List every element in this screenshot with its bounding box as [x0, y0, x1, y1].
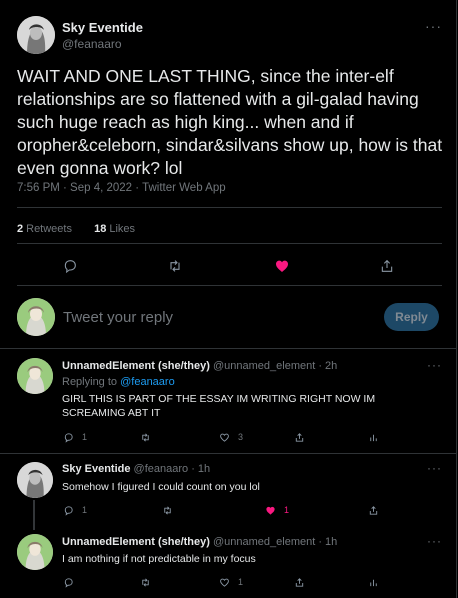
reply-text: GIRL THIS IS PART OF THE ESSAY IM WRITIN…: [62, 393, 376, 419]
reply-header: UnnamedElement (she/they) @unnamed_eleme…: [62, 360, 337, 372]
reply-action-reply[interactable]: [63, 575, 82, 589]
more-options-icon[interactable]: ···: [427, 461, 442, 475]
reply-author-handle[interactable]: @unnamed_element · 2h: [213, 360, 337, 372]
likes-stat[interactable]: 18 Likes: [94, 223, 135, 235]
retweets-stat[interactable]: 2 Retweets: [17, 223, 72, 235]
reply-icon: [64, 432, 73, 443]
tweet-meta[interactable]: 7:56 PM · Sep 4, 2022 · Twitter Web App: [17, 182, 226, 194]
tweet-stats: 2 Retweets 18 Likes: [17, 223, 135, 235]
reply-avatar[interactable]: [17, 534, 53, 570]
reply-action-like[interactable]: 3: [219, 430, 243, 444]
reply-action-analytics[interactable]: [368, 575, 379, 589]
divider: [0, 348, 456, 349]
reply-action-retweet[interactable]: [140, 430, 159, 444]
reply-author-handle[interactable]: @feanaaro · 1h: [134, 463, 211, 475]
reply-icon: [64, 577, 73, 588]
more-options-icon[interactable]: ···: [427, 358, 442, 372]
sketch-portrait-icon: [17, 534, 53, 570]
reply-action-share[interactable]: [294, 575, 305, 589]
reply-action-retweet[interactable]: [162, 503, 181, 517]
reply-action-analytics[interactable]: [368, 430, 379, 444]
replying-to-label: Replying to: [62, 376, 118, 388]
retweets-label: Retweets: [26, 223, 72, 235]
reply-author-name[interactable]: UnnamedElement (she/they): [62, 360, 210, 372]
retweet-icon: [142, 578, 149, 586]
reply-action-reply[interactable]: 1: [63, 503, 87, 517]
author-handle[interactable]: @feanaaro: [62, 37, 122, 51]
reply-icon[interactable]: [60, 256, 80, 276]
reply-icon: [64, 505, 73, 516]
reply-input[interactable]: Tweet your reply: [63, 309, 173, 326]
reply-text: Somehow I figured I could count on you l…: [62, 481, 260, 493]
composer-avatar[interactable]: [17, 298, 55, 336]
analytics-icon: [370, 579, 377, 586]
more-options-icon[interactable]: ···: [427, 534, 442, 548]
reply-action-like[interactable]: 1: [219, 575, 243, 589]
reply-action-like[interactable]: 1: [265, 503, 289, 517]
divider: [17, 243, 442, 244]
tweet-text: WAIT AND ONE LAST THING, since the inter…: [17, 66, 443, 178]
reply-author-handle[interactable]: @unnamed_element · 1h: [213, 536, 337, 548]
replying-to: Replying to @feanaaro: [62, 376, 175, 388]
reply-author-name[interactable]: Sky Eventide: [62, 463, 130, 475]
reply-action-share[interactable]: [368, 503, 379, 517]
reply-avatar[interactable]: [17, 358, 53, 394]
reply-action-reply[interactable]: 1: [63, 430, 87, 444]
retweet-icon[interactable]: [165, 256, 185, 276]
divider: [17, 207, 442, 208]
like-count: 1: [238, 577, 244, 587]
retweet-icon: [142, 433, 149, 441]
replying-to-link[interactable]: @feanaaro: [120, 376, 175, 388]
analytics-icon: [370, 434, 377, 441]
likes-count: 18: [94, 223, 107, 235]
sketch-portrait-icon: [17, 358, 53, 394]
sketch-portrait-icon: [17, 462, 53, 498]
heart-icon: [220, 433, 229, 442]
divider: [17, 285, 442, 286]
reply-count: 1: [82, 432, 88, 442]
reply-avatar[interactable]: [17, 462, 53, 498]
sketch-portrait-icon: [17, 16, 55, 54]
reply-action-retweet[interactable]: [140, 575, 159, 589]
author-avatar[interactable]: [17, 16, 55, 54]
retweet-icon: [164, 506, 171, 514]
reply-button[interactable]: Reply: [384, 303, 439, 331]
reply-text: I am nothing if not predictable in my fo…: [62, 553, 256, 565]
more-options-icon[interactable]: ···: [425, 18, 442, 34]
liked-heart-icon: [266, 506, 275, 515]
likes-label: Likes: [109, 223, 136, 235]
reply-header: UnnamedElement (she/they) @unnamed_eleme…: [62, 536, 337, 548]
divider: [0, 453, 456, 454]
like-count: 1: [284, 505, 290, 515]
reply-header: Sky Eventide @feanaaro · 1h: [62, 463, 210, 475]
liked-heart-icon[interactable]: [272, 256, 292, 276]
retweets-count: 2: [17, 223, 24, 235]
reply-author-name[interactable]: UnnamedElement (she/they): [62, 536, 210, 548]
reply-action-share[interactable]: [294, 430, 305, 444]
reply-count: 1: [82, 505, 88, 515]
author-name[interactable]: Sky Eventide: [62, 20, 143, 35]
sketch-portrait-icon: [17, 298, 55, 336]
tweet-detail-panel: Sky Eventide @feanaaro ··· WAIT AND ONE …: [0, 0, 457, 598]
thread-connector: [33, 500, 35, 530]
like-count: 3: [238, 432, 244, 442]
share-icon[interactable]: [377, 256, 397, 276]
share-icon: [369, 505, 378, 515]
share-icon: [295, 577, 304, 587]
share-icon: [295, 432, 304, 442]
heart-icon: [220, 578, 229, 587]
